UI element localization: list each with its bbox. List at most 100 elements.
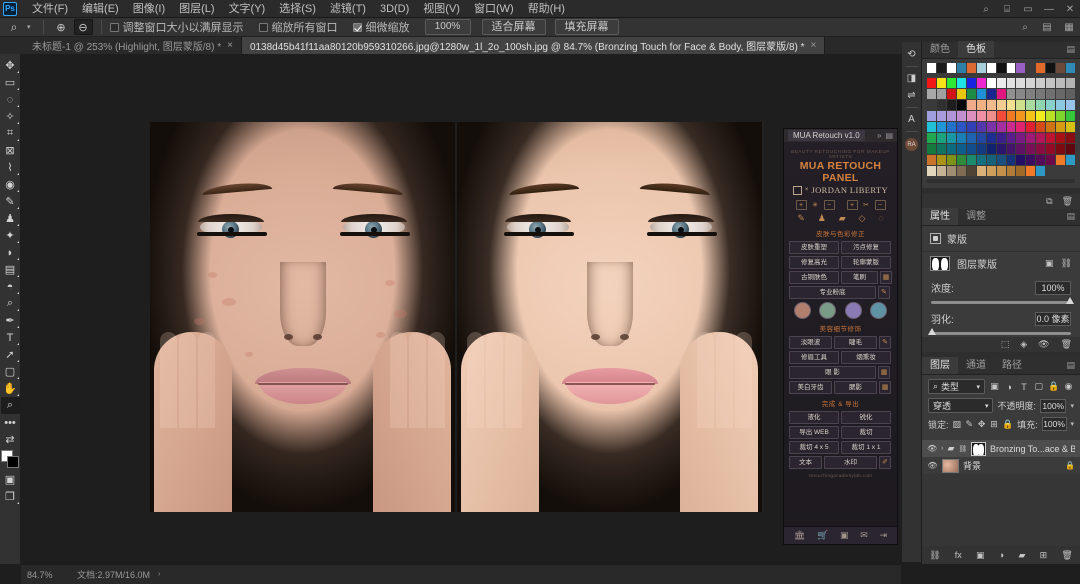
move-tool[interactable]: ✥ [1,57,20,74]
swatch[interactable] [1066,63,1075,73]
tab-paths[interactable]: 路径 [994,357,1030,374]
panel-menu-icon[interactable]: ▤ [885,131,893,140]
swatch[interactable] [1016,166,1025,176]
swatch[interactable] [937,100,946,110]
scrubby-zoom-checkbox[interactable]: 细微缩放 [353,19,410,35]
swatch[interactable] [1036,133,1045,143]
swatch-color-grid[interactable] [927,78,1075,176]
chevron-down-icon[interactable]: ▾ [1071,420,1075,428]
swatch[interactable] [987,155,996,165]
grid-icon-2[interactable]: ▦ [878,366,890,379]
arrange-icon[interactable]: ▦ [1063,22,1075,34]
swatch[interactable] [1046,63,1055,73]
swatch[interactable] [927,111,936,121]
pro-foundation-button[interactable]: 专业粉底 [789,286,876,299]
teeth-whiten-button[interactable]: 美白牙齿 [789,381,832,394]
swatch[interactable] [1036,144,1045,154]
swatch[interactable] [927,122,936,132]
background-color-swatch[interactable] [7,456,19,468]
swatch[interactable] [1016,133,1025,143]
density-value[interactable]: 100% [1035,281,1071,295]
avatar[interactable]: RA [905,138,918,151]
bandage-icon[interactable]: ▰ [839,213,846,224]
chevron-down-icon[interactable]: ▾ [27,23,31,31]
swatch[interactable] [1066,144,1075,154]
tab-layers[interactable]: 图层 [922,357,958,374]
color-circle-3[interactable] [845,302,862,319]
menu-help[interactable]: 帮助(H) [521,0,572,18]
swatch[interactable] [937,89,946,99]
share-icon[interactable]: ⌸ [1001,3,1013,15]
bank-icon[interactable]: 🏛 [794,530,805,541]
panel-menu-icon[interactable]: ▤ [1066,357,1080,374]
history-icon[interactable]: ⟲ [903,46,921,63]
swatch[interactable] [947,63,956,73]
swatch[interactable] [1056,122,1065,132]
swatch[interactable] [977,144,986,154]
cart-icon[interactable]: 🛒 [817,530,828,541]
path-selection-tool[interactable]: ➚ [1,346,20,363]
delete-layer-icon[interactable]: 🗑 [1061,550,1072,561]
document-tab-2[interactable]: 0138d45b41f11aa80120b959310266.jpg@1280w… [242,37,825,54]
brush-icon-2[interactable]: ✎ [879,336,891,349]
quick-mask-icon[interactable]: ▣ [1,471,20,488]
swatch[interactable] [927,133,936,143]
eraser-tool[interactable]: ◗ [1,244,20,261]
tab-channels[interactable]: 通道 [958,357,994,374]
swatch[interactable] [967,122,976,132]
swatch[interactable] [1066,133,1075,143]
swatch[interactable] [1056,111,1065,121]
crop-tool[interactable]: ⌗ [1,125,20,142]
feather-value[interactable]: 0.0 像素 [1035,312,1071,326]
swatch[interactable] [1026,166,1035,176]
swatch[interactable] [987,111,996,121]
swatch[interactable] [1046,100,1055,110]
document-tab-1[interactable]: 未标题-1 @ 253% (Highlight, 图层蒙版/8) * × [24,37,242,54]
expand-icon[interactable]: ⧉ [1046,196,1052,207]
swatch[interactable] [1016,63,1025,73]
swatch[interactable] [1026,111,1035,121]
lock-position-icon[interactable]: ✥ [977,419,985,430]
panel-menu-icon[interactable]: ▤ [1066,41,1080,58]
chevron-right-icon[interactable]: › [158,571,160,578]
swatch[interactable] [997,100,1006,110]
visibility-icon[interactable]: 👁 [927,461,938,470]
dodge-tool[interactable]: ⌕ [1,295,20,312]
swatch[interactable] [967,78,976,88]
swatch[interactable] [1016,144,1025,154]
swatch[interactable] [1007,78,1016,88]
patch-icon[interactable]: ◇ [858,213,865,224]
gradient-tool[interactable]: ▤ [1,261,20,278]
lock-image-icon[interactable]: ✎ [965,419,973,430]
swatch[interactable] [1056,63,1065,73]
swatch[interactable] [1007,133,1016,143]
close-icon[interactable]: ✕ [1064,3,1076,15]
swatch[interactable] [967,144,976,154]
swatch[interactable] [927,100,936,110]
close-icon[interactable]: × [227,40,233,51]
swatch[interactable] [977,111,986,121]
tab-color[interactable]: 颜色 [922,41,958,58]
swatch[interactable] [977,122,986,132]
swatch[interactable] [997,89,1006,99]
zoom-all-windows-checkbox[interactable]: 缩放所有窗口 [259,19,338,35]
tab-swatches[interactable]: 色板 [958,41,994,58]
canvas-area[interactable]: MUA Retouch v1.0 » ▤ BEAUTY RETOUCHING F… [21,54,901,556]
color-circle-4[interactable] [870,302,887,319]
swatch[interactable] [977,133,986,143]
adjustment-filter-icon[interactable]: ◑ [1004,382,1015,392]
shape-filter-icon[interactable]: ▢ [1033,381,1044,392]
marquee-tool[interactable]: ▭ [1,74,20,91]
search-icon[interactable]: ⌕ [1019,22,1031,34]
add-mask-icon[interactable]: ▣ [976,550,985,561]
document-image[interactable] [150,122,764,512]
menu-filter[interactable]: 滤镜(T) [323,0,373,18]
swatches-scrollbar[interactable] [927,179,1075,183]
mask-thumbnail[interactable] [930,256,950,271]
swatch[interactable] [967,166,976,176]
swatch[interactable] [997,166,1006,176]
stamp-icon[interactable]: ♟ [818,213,826,224]
type-filter-icon[interactable]: T [1019,382,1030,392]
menu-edit[interactable]: 编辑(E) [75,0,126,18]
fx-icon[interactable]: fx [955,550,962,560]
